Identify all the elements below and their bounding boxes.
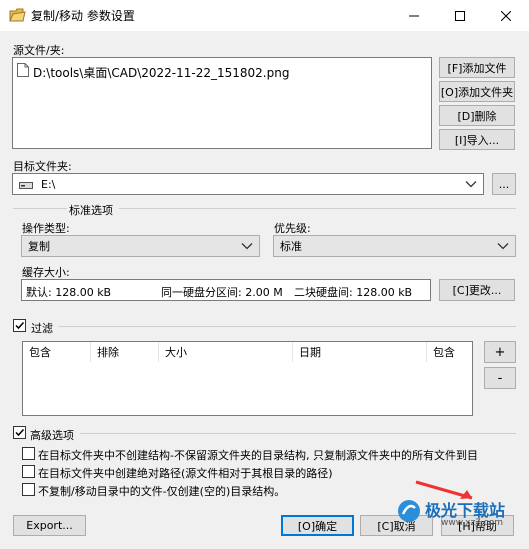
column-header[interactable]: 包含 [23, 342, 91, 362]
group-divider [13, 208, 67, 209]
add-folder-button[interactable]: [O]添加文件夹 [439, 81, 515, 102]
filter-list[interactable]: 包含 排除 大小 日期 包含 [22, 341, 473, 416]
close-icon [501, 10, 511, 21]
watermark: 极光下载站 www.xz7.com [397, 497, 525, 537]
priority-value: 标准 [280, 240, 302, 253]
filter-label: 过滤 [31, 322, 53, 335]
maximize-button[interactable] [437, 0, 483, 31]
ok-button[interactable]: [O]确定 [281, 515, 354, 536]
minimize-icon [409, 15, 419, 16]
cache-default: 默认: 128.00 kB [26, 286, 112, 299]
cache-size-box: 默认: 128.00 kB 同一硬盘分区间: 2.00 M 二块硬盘间: 128… [21, 279, 431, 301]
target-folder-combo[interactable]: E:\ [12, 173, 484, 195]
browse-button[interactable]: ... [492, 173, 516, 195]
watermark-logo-icon [397, 499, 421, 523]
option-label: 在目标文件夹中创建绝对路径(源文件相对于其根目录的路径) [38, 467, 333, 480]
cache-same-disk: 同一硬盘分区间: 2.00 M [161, 286, 283, 299]
priority-label: 优先级: [274, 222, 311, 235]
check-icon [15, 428, 25, 437]
priority-select[interactable]: 标准 [273, 235, 516, 257]
remove-filter-button[interactable]: - [484, 367, 516, 389]
option-checkbox[interactable] [22, 447, 35, 460]
column-header[interactable]: 排除 [91, 342, 159, 362]
add-filter-button[interactable]: + [484, 341, 516, 363]
file-icon [17, 63, 29, 77]
chevron-down-icon [465, 181, 477, 188]
standard-options-label: 标准选项 [69, 204, 113, 217]
option-checkbox[interactable] [22, 483, 35, 496]
advanced-checkbox[interactable] [13, 426, 26, 439]
watermark-url: www.xz7.com [441, 518, 503, 528]
export-button[interactable]: Export... [13, 515, 86, 536]
target-folder-value: E:\ [41, 177, 56, 191]
filter-checkbox[interactable] [13, 319, 26, 332]
source-file-list[interactable]: D:\tools\桌面\CAD\2022-11-22_151802.png [12, 57, 432, 149]
column-header[interactable]: 包含 [427, 342, 472, 362]
import-button[interactable]: [I]导入... [439, 129, 515, 150]
close-button[interactable] [483, 0, 529, 31]
cache-two-disks: 二块硬盘间: 128.00 kB [294, 286, 413, 299]
operation-select[interactable]: 复制 [21, 235, 260, 257]
column-header[interactable]: 日期 [293, 342, 427, 362]
cache-label: 缓存大小: [22, 266, 70, 279]
group-divider [80, 433, 516, 434]
source-label: 源文件/夹: [13, 44, 65, 57]
chevron-down-icon [241, 243, 253, 250]
column-header[interactable]: 大小 [159, 342, 293, 362]
window-title: 复制/移动 参数设置 [31, 9, 135, 23]
minimize-button[interactable] [391, 0, 437, 31]
option-checkbox[interactable] [22, 465, 35, 478]
list-item[interactable]: D:\tools\桌面\CAD\2022-11-22_151802.png [33, 64, 289, 81]
change-cache-button[interactable]: [C]更改... [439, 279, 515, 301]
group-divider [119, 208, 516, 209]
operation-label: 操作类型: [22, 222, 70, 235]
option-label: 不复制/移动目录中的文件-仅创建(空的)目录结构。 [38, 485, 286, 498]
add-file-button[interactable]: [F]添加文件 [439, 57, 515, 78]
operation-value: 复制 [28, 240, 50, 253]
chevron-down-icon [497, 243, 509, 250]
target-label: 目标文件夹: [13, 160, 72, 173]
maximize-icon [455, 10, 465, 21]
app-icon [9, 7, 27, 23]
check-icon [15, 321, 25, 330]
group-divider [58, 326, 516, 327]
delete-button[interactable]: [D]删除 [439, 105, 515, 126]
option-label: 在目标文件夹中不创建结构-不保留源文件夹的目录结构, 只复制源文件夹中的所有文件… [38, 449, 478, 462]
drive-icon [19, 180, 33, 189]
advanced-label: 高级选项 [30, 429, 74, 442]
